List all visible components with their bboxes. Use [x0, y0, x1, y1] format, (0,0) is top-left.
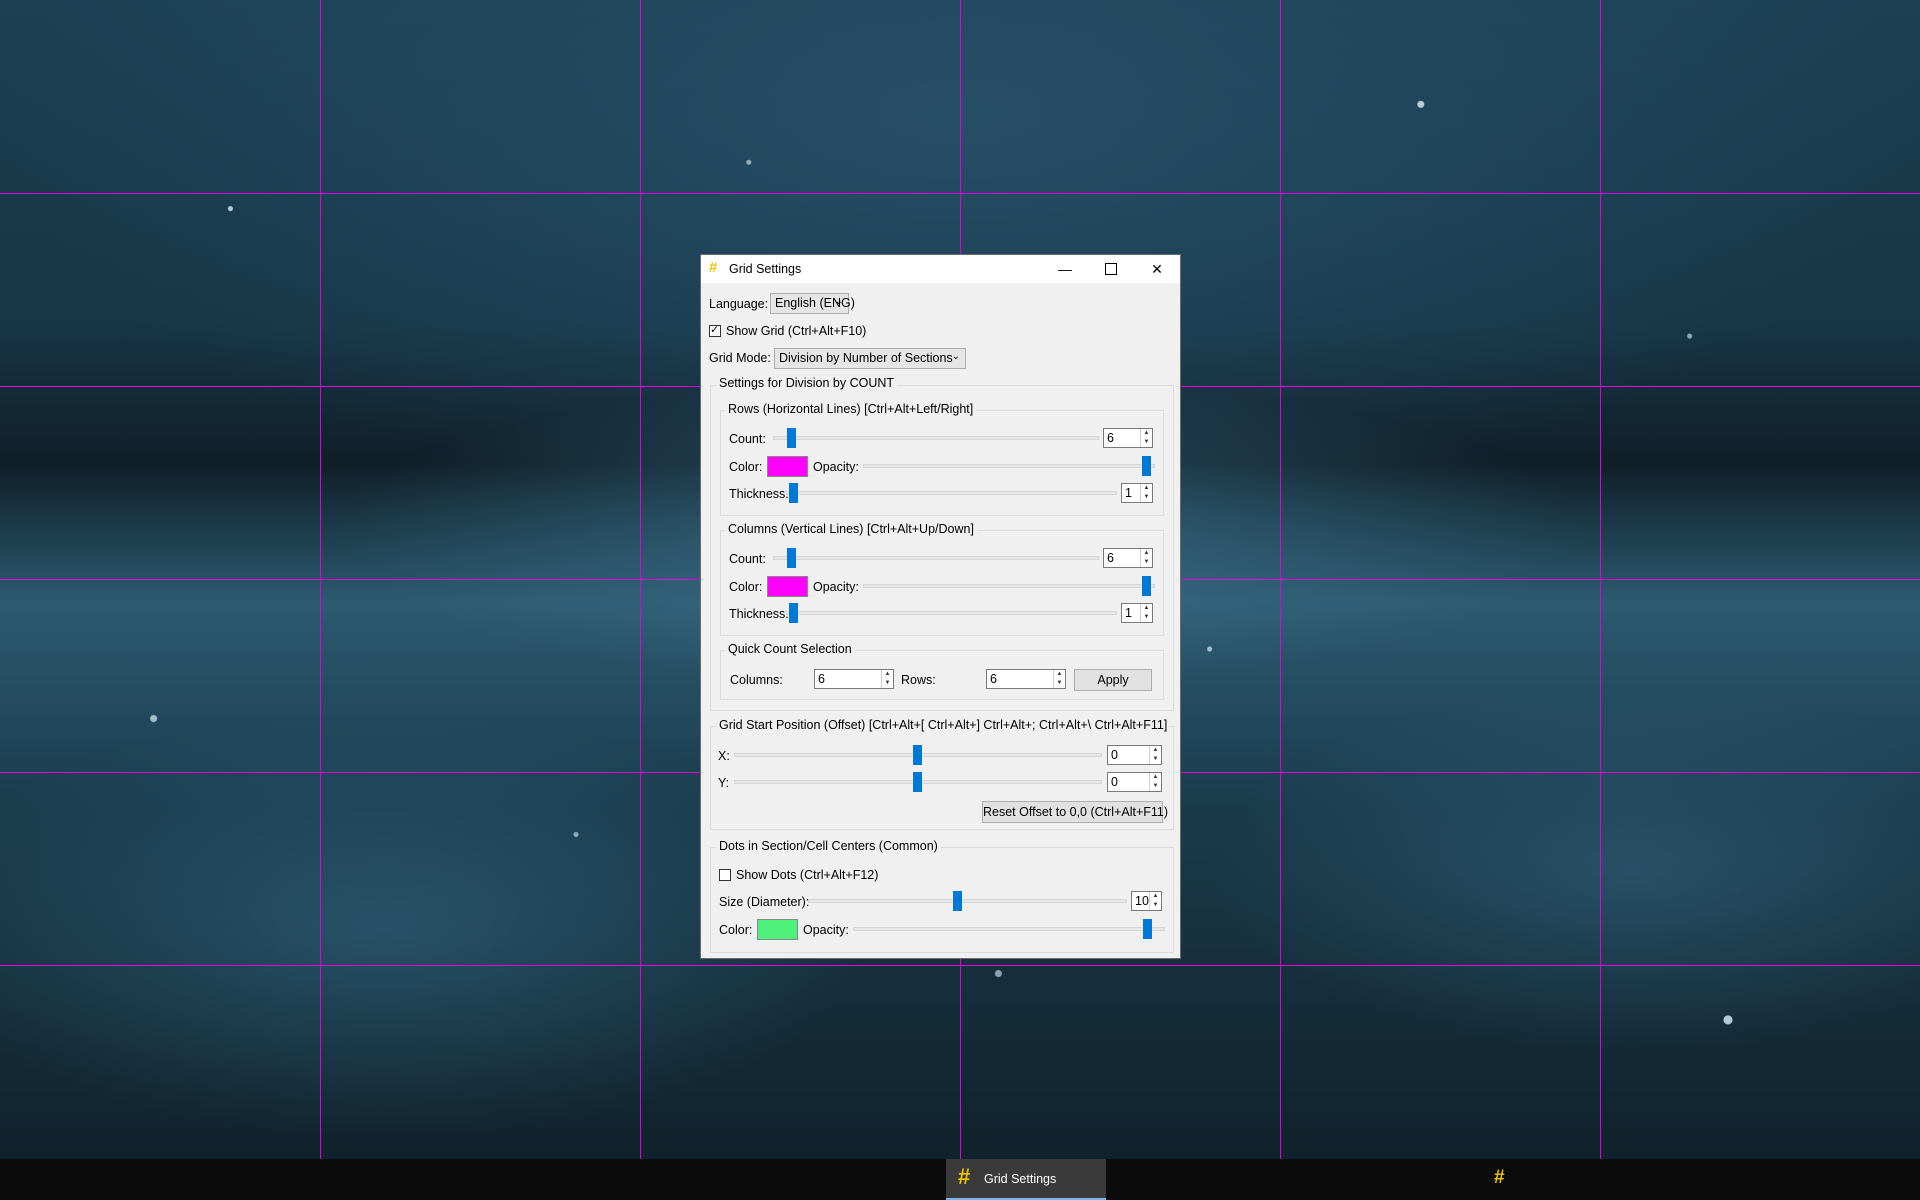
dot-opacity-slider-track[interactable] — [853, 927, 1165, 931]
taskbar-item-label: Grid Settings — [984, 1172, 1057, 1186]
chevron-down-icon: ⌄ — [951, 351, 960, 362]
window-title: Grid Settings — [729, 262, 802, 276]
rows-thickness-label: Thickness: — [729, 487, 789, 501]
show-grid-checkbox[interactable] — [709, 323, 721, 337]
rows-opacity-slider-thumb[interactable] — [1142, 456, 1151, 476]
taskbar-item-grid-settings[interactable]: # Grid Settings — [946, 1159, 1106, 1200]
quick-rows-spinbox[interactable]: 6 ▲ ▼ — [986, 669, 1066, 689]
rows-count-slider-thumb[interactable] — [787, 428, 796, 448]
quick-count-title: Quick Count Selection — [725, 642, 855, 656]
maximize-button[interactable] — [1088, 255, 1134, 283]
language-label: Language: — [709, 297, 769, 311]
rows-thickness-slider-track[interactable] — [784, 491, 1117, 495]
grid-settings-window: # Grid Settings — ✕ Language: English (E… — [700, 254, 1181, 959]
columns-color-label: Color: — [729, 580, 763, 594]
offset-y-value: 0 — [1111, 775, 1118, 789]
offset-y-label: Y: — [718, 776, 730, 790]
rows-count-label: Count: — [729, 432, 766, 446]
chevron-down-icon: ⌄ — [834, 296, 843, 307]
show-grid-label[interactable]: Show Grid (Ctrl+Alt+F10) — [726, 324, 866, 338]
close-icon: ✕ — [1151, 260, 1163, 277]
grid-mode-select-value: Division by Number of Sections — [779, 351, 953, 365]
columns-thickness-label: Thickness: — [729, 607, 789, 621]
spin-arrows-icon[interactable]: ▲ ▼ — [1140, 429, 1152, 447]
spin-arrows-icon[interactable]: ▲ ▼ — [881, 670, 893, 688]
dot-color-label: Color: — [719, 923, 753, 937]
maximize-icon — [1105, 263, 1117, 275]
offset-x-label: X: — [718, 749, 730, 763]
grid-mode-label: Grid Mode: — [709, 351, 771, 365]
offset-y-spinbox[interactable]: 0 ▲ ▼ — [1107, 772, 1162, 792]
title-bar[interactable]: # Grid Settings — ✕ — [701, 255, 1180, 283]
dot-size-spinbox[interactable]: 10 ▲ ▼ — [1131, 891, 1162, 911]
rows-count-value: 6 — [1107, 431, 1114, 445]
columns-count-slider-thumb[interactable] — [787, 548, 796, 568]
quick-columns-spinbox[interactable]: 6 ▲ ▼ — [814, 669, 894, 689]
grid-line-horizontal — [0, 965, 1920, 966]
dot-color-swatch[interactable] — [757, 919, 798, 940]
show-dots-label[interactable]: Show Dots (Ctrl+Alt+F12) — [736, 868, 878, 882]
minimize-icon: — — [1058, 261, 1072, 277]
taskbar: # Grid Settings # — [0, 1159, 1920, 1200]
app-hash-icon: # — [958, 1164, 971, 1189]
columns-group-title: Columns (Vertical Lines) [Ctrl+Alt+Up/Do… — [725, 522, 977, 536]
columns-count-value: 6 — [1107, 551, 1114, 565]
app-hash-icon: # — [709, 259, 718, 276]
rows-thickness-spinbox[interactable]: 1 ▲ ▼ — [1121, 483, 1153, 503]
columns-thickness-value: 1 — [1125, 606, 1132, 620]
grid-line-horizontal — [0, 193, 1920, 194]
reset-offset-button[interactable]: Reset Offset to 0,0 (Ctrl+Alt+F11) — [982, 801, 1168, 823]
rows-color-label: Color: — [729, 460, 763, 474]
quick-rows-value: 6 — [990, 672, 997, 686]
rows-opacity-slider-track[interactable] — [863, 464, 1155, 468]
rows-color-swatch[interactable] — [767, 456, 808, 477]
quick-rows-label: Rows: — [901, 673, 936, 687]
dot-size-label: Size (Diameter): — [719, 895, 810, 909]
offset-y-slider-thumb[interactable] — [913, 772, 922, 792]
dot-size-slider-thumb[interactable] — [953, 891, 962, 911]
spin-arrows-icon[interactable]: ▲ ▼ — [1140, 484, 1152, 502]
rows-group-title: Rows (Horizontal Lines) [Ctrl+Alt+Left/R… — [725, 402, 977, 416]
dot-opacity-slider-thumb[interactable] — [1143, 919, 1152, 939]
close-button[interactable]: ✕ — [1134, 255, 1180, 283]
columns-thickness-slider-thumb[interactable] — [789, 603, 798, 623]
spin-arrows-icon[interactable]: ▲ ▼ — [1140, 549, 1152, 567]
columns-opacity-slider-track[interactable] — [863, 584, 1155, 588]
columns-thickness-spinbox[interactable]: 1 ▲ ▼ — [1121, 603, 1153, 623]
offset-x-slider-thumb[interactable] — [913, 745, 922, 765]
show-dots-checkbox[interactable] — [719, 869, 731, 881]
offset-x-value: 0 — [1111, 748, 1118, 762]
offset-title: Grid Start Position (Offset) [Ctrl+Alt+[… — [716, 718, 1171, 732]
spin-arrows-icon[interactable]: ▲ ▼ — [1149, 746, 1161, 764]
columns-opacity-label: Opacity: — [813, 580, 859, 594]
dot-opacity-label: Opacity: — [803, 923, 849, 937]
spin-arrows-icon[interactable]: ▲ ▼ — [1149, 892, 1161, 910]
spin-arrows-icon[interactable]: ▲ ▼ — [1053, 670, 1065, 688]
columns-count-label: Count: — [729, 552, 766, 566]
dot-size-slider-track[interactable] — [808, 899, 1127, 903]
columns-color-swatch[interactable] — [767, 576, 808, 597]
rows-thickness-slider-thumb[interactable] — [789, 483, 798, 503]
count-settings-title: Settings for Division by COUNT — [716, 376, 898, 390]
dots-title: Dots in Section/Cell Centers (Common) — [716, 839, 941, 853]
spin-arrows-icon[interactable]: ▲ ▼ — [1149, 773, 1161, 791]
grid-mode-select[interactable]: Division by Number of Sections ⌄ — [774, 348, 966, 369]
rows-count-slider-track[interactable] — [773, 436, 1099, 440]
columns-count-spinbox[interactable]: 6 ▲ ▼ — [1103, 548, 1153, 568]
tray-hash-icon[interactable]: # — [1494, 1167, 1505, 1189]
spin-arrows-icon[interactable]: ▲ ▼ — [1140, 604, 1152, 622]
columns-thickness-slider-track[interactable] — [784, 611, 1117, 615]
rows-thickness-value: 1 — [1125, 486, 1132, 500]
rows-opacity-label: Opacity: — [813, 460, 859, 474]
rows-count-spinbox[interactable]: 6 ▲ ▼ — [1103, 428, 1153, 448]
dot-size-value: 10 — [1135, 894, 1149, 908]
apply-button[interactable]: Apply — [1074, 669, 1152, 691]
columns-opacity-slider-thumb[interactable] — [1142, 576, 1151, 596]
quick-columns-value: 6 — [818, 672, 825, 686]
language-select[interactable]: English (ENG) ⌄ — [770, 293, 855, 314]
quick-columns-label: Columns: — [730, 673, 783, 687]
offset-x-spinbox[interactable]: 0 ▲ ▼ — [1107, 745, 1162, 765]
minimize-button[interactable]: — — [1042, 255, 1088, 283]
columns-count-slider-track[interactable] — [773, 556, 1099, 560]
